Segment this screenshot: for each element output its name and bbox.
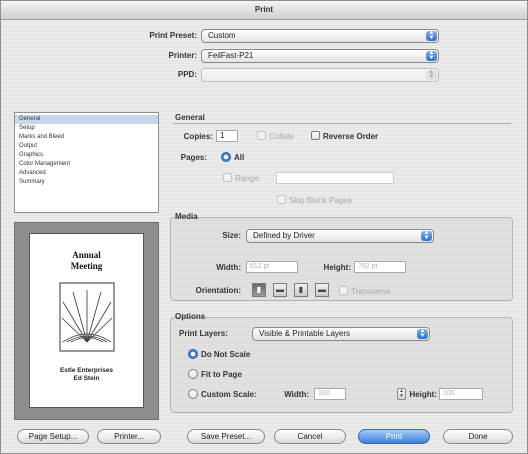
print-dialog: Print Print Preset: Custom ▲ ▼ Printer: F…	[0, 0, 528, 454]
print-layers-popup[interactable]: Visible & Printable Layers ▲ ▼	[252, 327, 430, 341]
preview-title-line2: Meeting	[70, 261, 103, 271]
save-preset-button[interactable]: Save Preset...	[187, 429, 265, 444]
fit-to-page-label: Fit to Page	[201, 370, 242, 379]
landscape-icon[interactable]: ▬	[273, 283, 287, 297]
sidebar-item-output[interactable]: Output	[15, 142, 158, 151]
print-button[interactable]: Print	[358, 429, 430, 444]
print-preset-label: Print Preset:	[149, 31, 197, 40]
printer-value: FeilFast-P21	[208, 51, 254, 60]
printer-button[interactable]: Printer...	[97, 429, 161, 444]
window-title: Print	[1, 1, 527, 20]
popup-arrows-icon: ▲ ▼	[421, 230, 432, 241]
pages-all-radio[interactable]	[221, 152, 231, 162]
media-width-label: Width:	[216, 263, 241, 272]
reverse-order-label: Reverse Order	[323, 132, 379, 141]
preview-page: Annual Meeting Estle Enterprises Ed Stei…	[29, 233, 144, 408]
sidebar-item-general[interactable]: General	[15, 115, 158, 124]
sidebar-item-summary[interactable]: Summary	[15, 178, 158, 187]
sidebar-item-marks-and-bleed[interactable]: Marks and Bleed	[15, 133, 158, 142]
custom-scale-radio[interactable]	[188, 389, 198, 399]
print-layers-value: Visible & Printable Layers	[259, 329, 351, 338]
custom-scale-label: Custom Scale:	[201, 390, 257, 399]
do-not-scale-radio[interactable]	[188, 349, 198, 359]
done-button[interactable]: Done	[443, 429, 513, 444]
printer-label: Printer:	[168, 51, 197, 60]
do-not-scale-label: Do Not Scale	[201, 350, 251, 359]
print-preset-popup[interactable]: Custom ▲ ▼	[201, 29, 439, 43]
skip-blank-checkbox	[277, 195, 286, 204]
size-label: Size:	[222, 231, 241, 240]
cancel-button[interactable]: Cancel	[274, 429, 346, 444]
scale-width-field[interactable]: 100	[314, 388, 346, 400]
media-height-label: Height:	[323, 263, 351, 272]
sidebar-item-setup[interactable]: Setup	[15, 124, 158, 133]
transverse-label: Transverse	[351, 287, 391, 296]
portrait-icon[interactable]: ▮	[252, 283, 266, 297]
category-list[interactable]: General Setup Marks and Bleed Output Graphic…	[14, 112, 159, 213]
popup-arrows-icon: ▲ ▼	[426, 30, 437, 41]
transverse-checkbox	[339, 286, 348, 295]
ppd-label: PPD:	[177, 70, 197, 79]
options-heading: Options	[175, 312, 206, 321]
range-label: Range:	[235, 174, 261, 183]
reverse-order-checkbox[interactable]	[311, 131, 320, 140]
page-setup-button[interactable]: Page Setup...	[17, 429, 89, 444]
print-layers-label: Print Layers:	[179, 329, 228, 338]
page-preview: Annual Meeting Estle Enterprises Ed Stei…	[14, 222, 159, 420]
reverse-landscape-icon[interactable]: ▬	[315, 283, 329, 297]
preview-company-line2: Ed Stein	[73, 375, 100, 382]
printer-popup[interactable]: FeilFast-P21 ▲ ▼	[201, 49, 439, 63]
pages-label: Pages:	[180, 153, 207, 162]
size-popup[interactable]: Defined by Driver ▲ ▼	[246, 229, 434, 243]
copies-label: Copies:	[183, 132, 213, 141]
preview-title-line1: Annual	[72, 250, 101, 260]
range-field	[276, 172, 394, 184]
orientation-label: Orientation:	[195, 286, 241, 295]
pages-all-label: All	[234, 153, 245, 162]
print-preset-value: Custom	[208, 31, 236, 40]
sidebar-item-advanced[interactable]: Advanced	[15, 169, 158, 178]
popup-arrows-icon: ▲ ▼	[417, 328, 428, 339]
sidebar-item-color-management[interactable]: Color Management	[15, 160, 158, 169]
skip-blank-label: Skip Blank Pages	[289, 196, 352, 205]
media-heading: Media	[175, 212, 198, 221]
general-heading: General	[175, 113, 205, 122]
general-divider	[173, 123, 511, 124]
media-width-field[interactable]: 612 pt	[246, 261, 298, 273]
collate-checkbox	[257, 131, 266, 140]
size-value: Defined by Driver	[253, 231, 315, 240]
media-height-field[interactable]: 792 pt	[354, 261, 406, 273]
copies-field[interactable]: 1	[216, 130, 238, 142]
scale-width-label: Width:	[284, 390, 309, 399]
sidebar-item-graphics[interactable]: Graphics	[15, 151, 158, 160]
reverse-portrait-icon[interactable]: ▮	[294, 283, 308, 297]
popup-arrows-icon: ▲ ▼	[426, 50, 437, 61]
range-checkbox	[223, 173, 232, 182]
collate-label: Collate	[269, 132, 294, 141]
scale-height-field[interactable]: 100	[439, 388, 483, 400]
preview-company-line1: Estle Enterprises	[59, 367, 114, 374]
fit-to-page-radio[interactable]	[188, 369, 198, 379]
popup-arrows-icon: ▲ ▼	[426, 69, 437, 80]
scale-height-label: Height:	[409, 390, 437, 399]
sunburst-graphic	[59, 282, 115, 352]
ppd-popup: ▲ ▼	[201, 68, 439, 82]
